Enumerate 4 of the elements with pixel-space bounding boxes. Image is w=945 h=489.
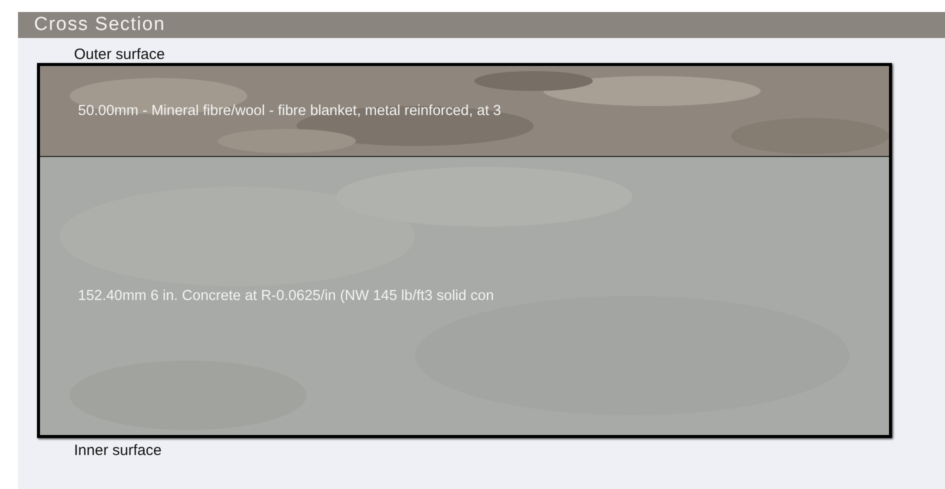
inner-surface-label: Inner surface (73, 441, 162, 461)
outer-surface-label: Outer surface (73, 45, 165, 65)
layer-label: 152.40mm 6 in. Concrete at R-0.0625/in (NW 145 lb/ft3 solid con (77, 288, 494, 304)
panel-title: Cross Section (18, 12, 945, 38)
